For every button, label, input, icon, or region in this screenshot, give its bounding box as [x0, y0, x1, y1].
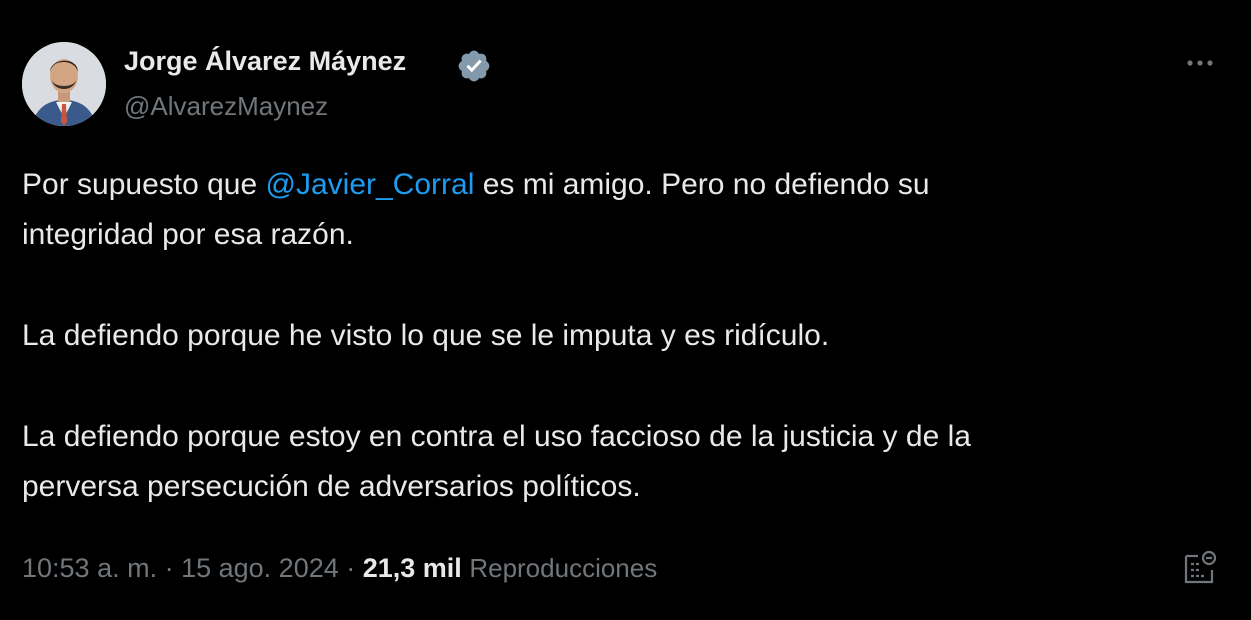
tweet-text: Por supuesto que	[22, 168, 266, 201]
avatar[interactable]	[22, 42, 106, 126]
post-analytics-icon[interactable]	[1180, 548, 1220, 588]
tweet-paragraph-3: La defiendo porque estoy en contra el us…	[22, 412, 1222, 512]
tweet-date[interactable]: 15 ago. 2024	[181, 553, 339, 583]
views-label: Reproducciones	[469, 553, 658, 583]
tweet-paragraph-1: Por supuesto que @Javier_Corral es mi am…	[22, 160, 1222, 260]
tweet-time[interactable]: 10:53 a. m.	[22, 553, 157, 583]
tweet-line: La defiendo porque he visto lo que se le…	[22, 319, 830, 352]
tweet-paragraph-2: La defiendo porque he visto lo que se le…	[22, 311, 1222, 361]
tweet-meta: 10:53 a. m. · 15 ago. 2024 · 21,3 mil Re…	[22, 546, 657, 590]
verified-badge-icon[interactable]	[456, 48, 492, 84]
tweet-line: La defiendo porque estoy en contra el us…	[22, 420, 971, 453]
views-count: 21,3 mil	[362, 553, 462, 583]
avatar-image	[22, 42, 106, 126]
tweet-card: Jorge Álvarez Máynez @AlvarezMaynez Por …	[0, 0, 1251, 620]
tweet-line: perversa persecución de adversarios polí…	[22, 470, 641, 503]
tweet-text: es mi amigo. Pero no defiendo su	[474, 168, 930, 201]
author-display-name[interactable]: Jorge Álvarez Máynez	[124, 46, 406, 77]
tweet-line: Por supuesto que @Javier_Corral es mi am…	[22, 160, 1222, 210]
tweet-line: integridad por esa razón.	[22, 218, 354, 251]
more-options-icon[interactable]	[1180, 48, 1220, 78]
meta-separator: ·	[157, 553, 182, 583]
author-handle[interactable]: @AlvarezMaynez	[124, 91, 328, 122]
mention-link[interactable]: @Javier_Corral	[266, 168, 475, 201]
meta-separator: ·	[338, 553, 363, 583]
